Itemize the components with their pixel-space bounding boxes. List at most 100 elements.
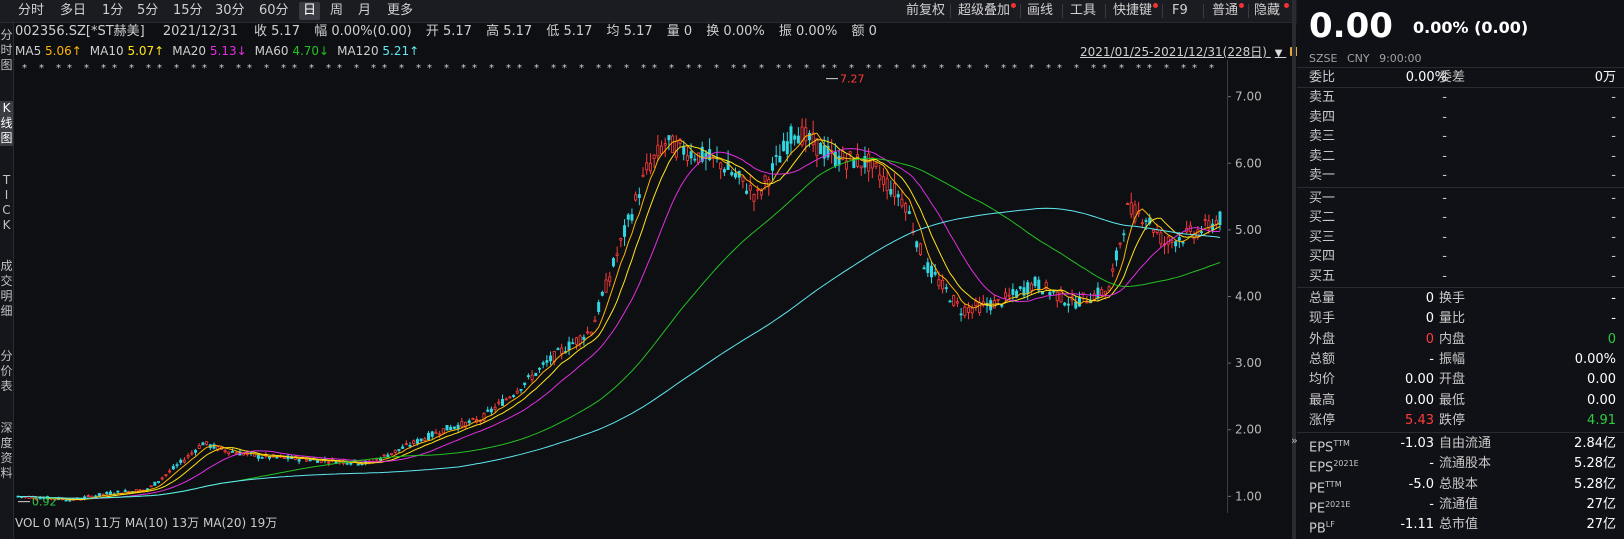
stat-value: 0.00 (1405, 372, 1434, 388)
event-marker: * (714, 63, 719, 74)
stat-label: 内盘 (1439, 331, 1466, 347)
candle-body (674, 140, 678, 158)
stat-value: - (1611, 291, 1616, 306)
candle-body (697, 152, 701, 163)
sidebar-tab-tick[interactable]: TICK (0, 173, 13, 233)
panel-splitter[interactable]: » (1291, 0, 1298, 539)
fundamental-value: 2.84亿 (1574, 436, 1616, 452)
stat-value: 0 (1607, 331, 1616, 347)
stat-value: - (1429, 351, 1434, 367)
sidebar-tab-kline[interactable]: K线图 (0, 101, 13, 146)
fundamental-row: PETTM -5.0 总股本 5.28亿 (1297, 475, 1624, 496)
fuquan-button[interactable]: 前复权 (906, 2, 945, 20)
y-tick-label: 7.00 (1235, 90, 1262, 104)
event-marker: * (1012, 63, 1017, 74)
candle-body (1037, 279, 1041, 291)
period-tab-30min[interactable]: 30分 (215, 2, 245, 20)
period-tab-day[interactable]: 日 (299, 2, 321, 20)
super-overlay-button[interactable]: 超级叠加 (958, 2, 1010, 20)
event-marker: * (399, 63, 404, 74)
bid-label: 买三 (1309, 229, 1336, 245)
candle-body (327, 461, 331, 464)
fundamental-label-sup: TTM (1333, 439, 1350, 449)
candle-body (556, 348, 560, 351)
ask-row: 卖四 - - (1297, 108, 1624, 127)
candle-body (933, 272, 937, 275)
period-tab-fenshi[interactable]: 分时 (18, 2, 44, 20)
candle-body (770, 163, 774, 171)
top-toolbar: 分时 多日 1分 5分 15分 30分 60分 日 周 月 更多 前复权 超级叠… (0, 0, 1340, 23)
candle-body (574, 337, 578, 345)
candle-body (948, 300, 952, 303)
candle-body (401, 446, 405, 449)
stat-label: 跌停 (1439, 412, 1466, 428)
ma-label: MA10 (89, 44, 128, 58)
kline-chart[interactable]: 7.00 6.00 5.00 4.00 3.00 2.00 1.00 * * * * * * * * * * * *… (14, 60, 1290, 513)
ma-value: 5.06↑ (45, 44, 82, 58)
candle-body (537, 367, 541, 370)
tools-button[interactable]: 工具 (1070, 2, 1096, 20)
candle-body (630, 214, 634, 221)
fundamental-label: 流通值 (1439, 497, 1479, 512)
period-tab-month[interactable]: 月 (358, 2, 371, 20)
candle-body (667, 135, 671, 141)
bid-row: 买一 - - (1297, 189, 1624, 208)
candle-body (449, 426, 453, 430)
toolbar-divider (1203, 4, 1204, 18)
draw-line-button[interactable]: 画线 (1027, 2, 1053, 20)
candle-body (1007, 294, 1011, 297)
candle-body (415, 439, 419, 444)
candle-body (785, 141, 789, 155)
ask-price: - (1442, 109, 1447, 125)
candle-body (205, 441, 209, 445)
stock-code: 002356.SZ[*ST赫美] (15, 24, 145, 39)
shortcuts-button[interactable]: 快捷键 (1113, 2, 1152, 20)
period-tab-duori[interactable]: 多日 (60, 2, 86, 20)
sidebar-tab-fenshi[interactable]: 分时图 (0, 28, 13, 73)
ma5-line (17, 132, 1221, 501)
candle-body (164, 474, 168, 476)
event-marker: * (174, 63, 179, 74)
period-tab-60min[interactable]: 60分 (259, 2, 289, 20)
sidebar-tab-trade-detail[interactable]: 成交明细 (0, 259, 13, 319)
notification-dot-icon (1153, 3, 1158, 8)
event-marker: * (39, 63, 44, 74)
event-marker: * (742, 63, 747, 74)
divider (1297, 186, 1624, 188)
event-marker: * (787, 63, 792, 74)
period-tab-week[interactable]: 周 (330, 2, 343, 20)
candle-body (907, 211, 911, 214)
high-value: 高 5.17 (486, 24, 533, 39)
candle-body (64, 499, 68, 502)
candle-body (734, 173, 738, 178)
sidebar-tab-price-table[interactable]: 分价表 (0, 349, 13, 394)
date-range-selector[interactable]: 2021/01/25-2021/12/31(228日) ▼ (1080, 43, 1299, 60)
event-marker: * (967, 63, 972, 74)
period-tab-1min[interactable]: 1分 (102, 2, 123, 20)
sidebar-tab-deep-data[interactable]: 深度资料 (0, 421, 13, 481)
event-marker: * (1046, 63, 1051, 74)
y-tick-label: 6.00 (1235, 156, 1262, 170)
bid-row: 买二 - - (1297, 208, 1624, 227)
fundamental-row: PE2021E - 流通值 27亿 (1297, 495, 1624, 516)
event-marker: * (354, 63, 359, 74)
candle-body (874, 162, 878, 167)
bid-volume: - (1611, 249, 1616, 264)
candle-body (1059, 290, 1063, 303)
candle-body (489, 408, 493, 413)
bid-row: 买三 - - (1297, 228, 1624, 247)
stat-row: 总量 0 换手 - (1297, 289, 1624, 308)
candle-body (793, 135, 797, 140)
fundamental-value: 5.28亿 (1574, 456, 1616, 472)
bid-label: 买一 (1309, 190, 1336, 206)
period-tab-more[interactable]: 更多 (387, 2, 413, 20)
candle-body (1063, 302, 1067, 306)
period-tab-5min[interactable]: 5分 (137, 2, 158, 20)
candle-body (486, 409, 490, 412)
period-tab-15min[interactable]: 15分 (173, 2, 203, 20)
fundamental-value: -1.03 (1400, 436, 1434, 452)
f9-button[interactable]: F9 (1172, 2, 1188, 20)
normal-mode-button[interactable]: 普通 (1212, 2, 1238, 20)
hide-button[interactable]: 隐藏 (1254, 2, 1280, 20)
fundamental-row: EPS2021E - 流通股本 5.28亿 (1297, 454, 1624, 475)
